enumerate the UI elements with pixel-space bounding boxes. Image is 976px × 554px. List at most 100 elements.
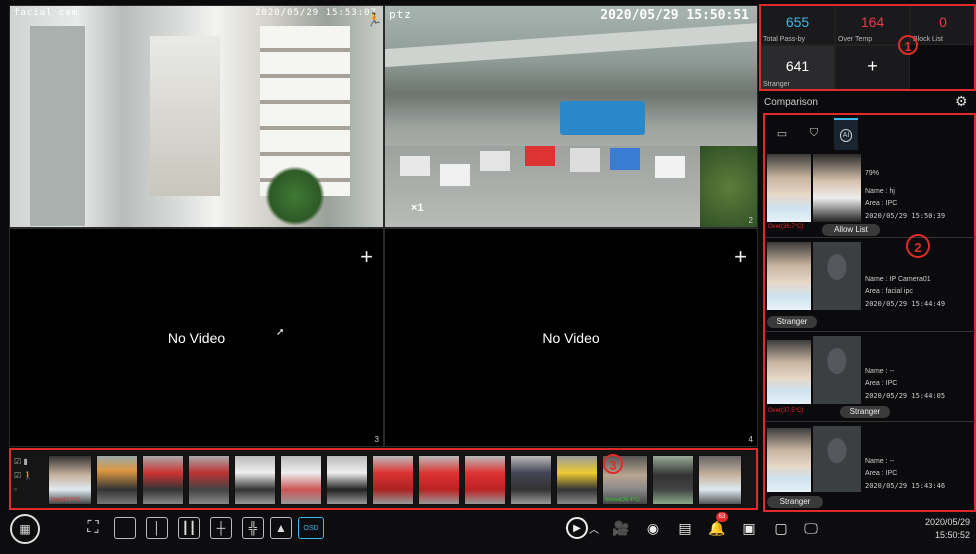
camera-osd-name: ptz (389, 8, 412, 21)
record-time: 2020/05/29 15:44:05 (865, 392, 946, 400)
camera-channel-1[interactable]: facial cam 2020/05/29 15:53:07 🏃 (9, 5, 384, 228)
comparison-record[interactable]: Over(36.7°C) Allow List 79% Name : hj Ar… (765, 150, 975, 238)
record-name: hj (889, 188, 895, 195)
person-detect-icon: 🏃 (366, 12, 383, 27)
toolbar-time: 15:50:52 (934, 530, 970, 540)
record-name: -- (889, 368, 895, 375)
start-menu-button[interactable]: ▦ (10, 514, 40, 544)
comparison-record[interactable]: Stranger Name : IP Camera01 Area : facia… (765, 238, 975, 332)
area-label: Area : (865, 200, 884, 207)
callout-3: 3 (603, 454, 623, 474)
record-time: 2020/05/29 15:50:39 (865, 212, 946, 220)
corridor-floor (150, 36, 220, 196)
record-name: IP Camera01 (889, 276, 931, 283)
camera-channel-2[interactable]: ptz 2020/05/29 15:50:51 ×1 2 (384, 5, 758, 228)
comparison-record[interactable]: Stranger Name : -- Area : IPC 2020/05/29… (765, 422, 975, 510)
bus (560, 101, 645, 135)
layout-2-icon[interactable]: │ (146, 517, 168, 539)
camera-channel-4[interactable]: + No Video 4 (384, 228, 758, 447)
ai-tab-label: AI (839, 128, 853, 142)
temperature-label: Over(36.7°C) (768, 224, 804, 230)
stranger-tag: Stranger (767, 496, 823, 508)
car (400, 156, 430, 176)
capture-face-image (767, 154, 811, 222)
record-area: IPC (885, 470, 898, 477)
face-search-icon[interactable]: ◉ (642, 517, 664, 539)
channel-number: 4 (748, 435, 753, 444)
add-camera-button[interactable]: + (734, 246, 747, 268)
alarm-badge: 63 (716, 512, 728, 522)
car (655, 156, 685, 178)
area-label: Area : (865, 288, 884, 295)
callout-2: 2 (906, 234, 930, 258)
monitor-icon[interactable]: 🖵 (800, 517, 822, 539)
no-video-label: No Video (167, 329, 226, 346)
allow-list-tag: Allow List (822, 224, 880, 236)
camera-tab-icon[interactable]: ▭ (770, 118, 794, 148)
overpass (385, 22, 757, 68)
camera-osd-name: facial cam (14, 8, 79, 18)
channel-number: 2 (748, 216, 753, 225)
layout-custom-icon[interactable]: ▲ (270, 517, 292, 539)
area-label: Area : (865, 470, 884, 477)
record-area: IPC (885, 380, 898, 387)
record-name: -- (889, 458, 895, 465)
ptz-camera-icon[interactable]: 🎥 (610, 517, 632, 539)
add-camera-button[interactable]: + (360, 246, 373, 268)
ai-tab[interactable]: AI (834, 118, 858, 150)
name-label: Name : (865, 276, 888, 283)
settings-gear-icon[interactable]: ⚙ (955, 93, 968, 110)
camera-channel-3[interactable]: + No Video ➚ 3 (9, 228, 384, 447)
zoom-level: ×1 (411, 202, 424, 214)
stranger-tag: Stranger (767, 316, 817, 328)
car (525, 146, 555, 166)
car (480, 151, 510, 171)
name-label: Name : (865, 188, 888, 195)
car (610, 148, 640, 170)
car (570, 148, 600, 172)
car (440, 164, 470, 186)
unknown-face-placeholder (813, 242, 861, 310)
corridor-wall (30, 26, 85, 226)
capture-face-image (767, 428, 811, 492)
layout-3-icon[interactable]: ┃┃ (178, 517, 200, 539)
layout-1-icon[interactable] (114, 517, 136, 539)
screen-icon[interactable]: ▢ (770, 517, 792, 539)
callout-1: 1 (898, 35, 918, 55)
toolbar-date: 2020/05/29 (924, 517, 970, 527)
camera-osd-time: 2020/05/29 15:50:51 (600, 8, 749, 23)
record-time: 2020/05/29 15:44:49 (865, 300, 946, 308)
disk-icon[interactable]: ▣ (738, 517, 760, 539)
comparison-title: Comparison (764, 97, 818, 108)
alarm-icon[interactable]: 🔔 63 (706, 512, 728, 539)
record-time: 2020/05/29 15:43:46 (865, 482, 946, 490)
record-area: facial ipc (885, 288, 913, 295)
record-area: IPC (885, 200, 898, 207)
layout-4-icon[interactable]: ┼ (210, 517, 232, 539)
area-label: Area : (865, 380, 884, 387)
matched-face-image (813, 154, 861, 222)
strip-highlight-box (9, 448, 758, 510)
camera-osd-time: 2020/05/29 15:53:07 (255, 8, 377, 18)
temperature-label: Over(37.5°C) (768, 408, 804, 414)
shield-tab-icon[interactable]: ⛉ (802, 118, 826, 148)
layout-9-icon[interactable]: ╬ (242, 517, 264, 539)
stats-highlight-box (759, 4, 976, 91)
no-video-label: No Video (542, 329, 600, 346)
osd-button[interactable]: OSD (298, 517, 324, 539)
play-icon[interactable]: ▶ (566, 517, 588, 539)
channel-number: 3 (374, 435, 379, 444)
capture-face-image (767, 242, 811, 310)
plant (265, 166, 325, 226)
comparison-record[interactable]: Over(37.5°C) Stranger Name : -- Area : I… (765, 332, 975, 422)
fullscreen-layout-icon[interactable]: ⛶ (82, 517, 104, 539)
name-label: Name : (865, 368, 888, 375)
unknown-face-placeholder (813, 336, 861, 404)
name-label: Name : (865, 458, 888, 465)
record-list-icon[interactable]: ▤ (674, 517, 696, 539)
similarity-value: 79% (865, 170, 880, 177)
unknown-face-placeholder (813, 426, 861, 492)
mouse-cursor-icon: ➚ (276, 327, 285, 338)
chevron-up-icon[interactable]: ︿ (588, 517, 600, 539)
stranger-tag: Stranger (840, 406, 890, 418)
